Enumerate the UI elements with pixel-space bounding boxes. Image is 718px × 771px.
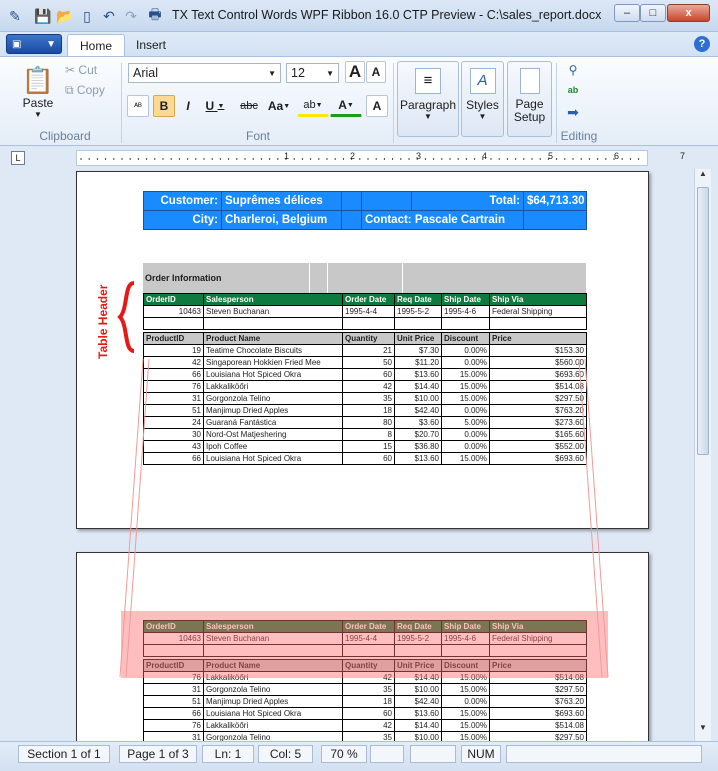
scroll-up-icon[interactable]: ▲ — [697, 169, 709, 185]
document-workspace[interactable]: Customer: Suprêmes délices Total: $64,71… — [0, 169, 698, 741]
font-family-value: Arial — [133, 66, 159, 80]
minimize-button[interactable]: – — [614, 4, 640, 22]
chevron-down-icon: ▼ — [34, 110, 42, 119]
status-empty-1 — [370, 745, 404, 763]
scroll-thumb[interactable] — [697, 187, 709, 455]
font-color-button[interactable]: A ▼ — [330, 95, 362, 117]
highlight-connector-lines — [119, 358, 609, 678]
chevron-down-icon: ▼ — [326, 68, 334, 78]
clipboard-group-label: Clipboard — [39, 129, 91, 143]
tab-stop-selector[interactable]: L — [11, 151, 25, 165]
status-bar: Section 1 of 1 Page 1 of 3 Ln: 1 Col: 5 … — [0, 741, 718, 771]
cut-button[interactable]: ✂ Cut — [64, 61, 112, 79]
goto-icon[interactable]: ➡ — [563, 103, 583, 121]
ruler-mark: 7 — [680, 151, 686, 161]
font-group-label: Font — [245, 129, 270, 143]
ribbon-home: 📋 Paste ▼ ✂ Cut ⧉ Copy Clipboard Arial ▼ … — [0, 56, 718, 146]
status-page: Page 1 of 3 — [119, 745, 197, 763]
close-button[interactable]: x — [667, 4, 710, 22]
font-family-combo[interactable]: Arial ▼ — [128, 63, 281, 83]
spellcheck-icon[interactable]: ᴬᴮ — [127, 95, 149, 117]
status-num: NUM — [461, 745, 501, 763]
ruler-mark: 5 — [548, 151, 554, 161]
paragraph-icon: ≡ — [415, 68, 441, 94]
grow-font-button[interactable]: A — [345, 61, 365, 83]
status-zoom[interactable]: 70 % — [321, 745, 367, 763]
clipboard-icon: 📋 — [21, 65, 55, 95]
copy-button[interactable]: ⧉ Copy — [64, 81, 116, 99]
change-case-button[interactable]: Aa ▼ — [263, 95, 295, 117]
status-empty-2 — [410, 745, 456, 763]
ribbon-tab-row: ▣ ▼ Home Insert ? — [0, 32, 718, 56]
highlight-button[interactable]: ab ▼ — [297, 95, 329, 117]
styles-label: Styles — [466, 98, 499, 112]
font-size-value: 12 — [291, 66, 305, 80]
styles-button[interactable]: A Styles ▼ — [461, 61, 504, 137]
chevron-down-icon: ▼ — [46, 38, 56, 50]
shrink-font-button[interactable]: A — [366, 61, 386, 83]
application-menu-button[interactable]: ▣ ▼ — [6, 34, 62, 54]
new-icon[interactable]: ▯ — [78, 7, 96, 25]
help-icon[interactable]: ? — [694, 36, 710, 52]
cut-label: Cut — [78, 63, 98, 77]
tab-insert[interactable]: Insert — [124, 34, 178, 56]
status-empty-3 — [506, 745, 702, 763]
maximize-button[interactable]: □ — [640, 4, 666, 22]
app-icon: ✎ — [9, 7, 21, 24]
page-icon — [519, 68, 540, 94]
save-icon[interactable]: 💾 — [34, 7, 52, 25]
group-separator — [121, 63, 122, 143]
strikethrough-button[interactable]: abc — [236, 95, 262, 117]
underline-button[interactable]: U ▼ — [200, 95, 230, 117]
group-separator — [393, 63, 394, 143]
clear-formatting-button[interactable]: A — [366, 95, 388, 117]
title-bar: ✎ 💾 📂 ▯ ↶ ↷ 🖶 TX Text Control Words WPF … — [0, 0, 718, 32]
chevron-down-icon: ▼ — [283, 102, 291, 110]
horizontal-ruler[interactable]: 1 2 3 4 5 6 7 — [76, 150, 685, 166]
paragraph-label: Paragraph — [399, 98, 457, 112]
group-separator — [556, 63, 557, 143]
scissors-icon: ✂ — [65, 63, 76, 77]
ruler-ticks — [80, 158, 640, 160]
ruler-mark: 6 — [614, 151, 620, 161]
page-setup-button[interactable]: Page Setup — [507, 61, 552, 137]
styles-icon: A — [469, 68, 496, 94]
paste-label: Paste — [22, 96, 54, 110]
redo-icon[interactable]: ↷ — [122, 7, 140, 25]
vertical-scrollbar[interactable]: ▲ ▼ — [694, 169, 711, 741]
ruler-mark: 1 — [284, 151, 290, 161]
italic-button[interactable]: I — [177, 95, 199, 117]
print-icon[interactable]: 🖶 — [146, 6, 164, 25]
chevron-down-icon: ▼ — [315, 101, 323, 109]
bold-button[interactable]: B — [153, 95, 175, 117]
chevron-down-icon: ▼ — [217, 102, 225, 110]
status-column: Col: 5 — [258, 745, 313, 763]
status-line: Ln: 1 — [202, 745, 254, 763]
find-icon[interactable]: ⚲ — [563, 61, 583, 79]
ruler-mark: 3 — [416, 151, 422, 161]
window-title: TX Text Control Words WPF Ribbon 16.0 CT… — [172, 8, 602, 22]
copy-label: Copy — [76, 83, 105, 97]
copy-icon: ⧉ — [65, 82, 74, 97]
ruler-mark: 4 — [482, 151, 488, 161]
status-section: Section 1 of 1 — [18, 745, 110, 763]
chevron-down-icon: ▼ — [268, 68, 276, 78]
paragraph-button[interactable]: ≡ Paragraph ▼ — [397, 61, 459, 137]
page-setup-label: Page Setup — [513, 97, 546, 124]
replace-icon[interactable]: ab — [563, 81, 583, 99]
font-size-combo[interactable]: 12 ▼ — [286, 63, 339, 83]
paste-button[interactable]: 📋 Paste ▼ — [16, 61, 60, 123]
chevron-down-icon: ▼ — [424, 112, 432, 121]
tab-home[interactable]: Home — [67, 34, 126, 56]
open-icon[interactable]: 📂 — [56, 7, 74, 25]
undo-icon[interactable]: ↶ — [100, 7, 118, 25]
app-logo-icon: ▣ — [12, 38, 22, 50]
ruler-mark: 2 — [350, 151, 356, 161]
scroll-down-icon[interactable]: ▼ — [697, 723, 709, 739]
editing-group-label: Editing — [560, 129, 598, 143]
chevron-down-icon: ▼ — [478, 112, 487, 121]
chevron-down-icon: ▼ — [346, 101, 354, 109]
